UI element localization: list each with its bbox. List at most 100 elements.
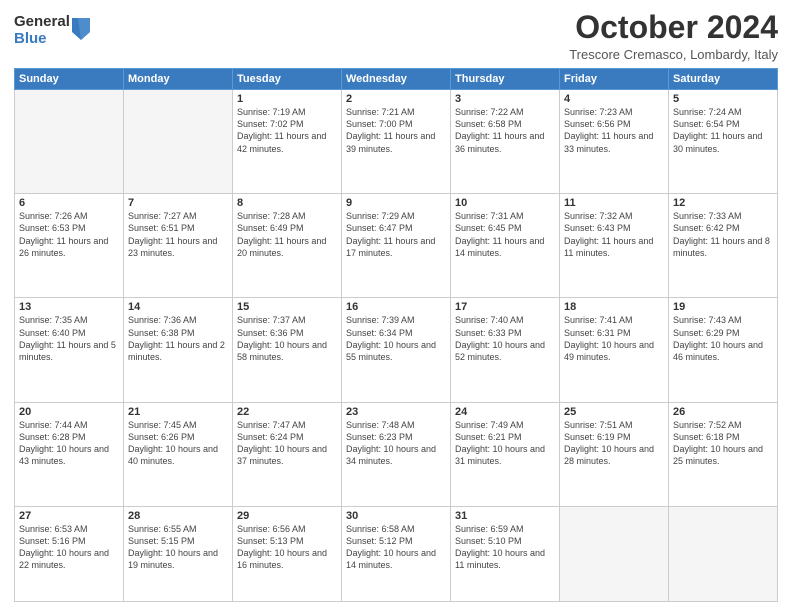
day-number: 3	[455, 93, 555, 105]
cell-daylight-info: Sunrise: 7:49 AM Sunset: 6:21 PM Dayligh…	[455, 419, 555, 468]
calendar-cell: 13Sunrise: 7:35 AM Sunset: 6:40 PM Dayli…	[15, 298, 124, 402]
day-number: 31	[455, 510, 555, 522]
day-number: 4	[564, 93, 664, 105]
day-number: 20	[19, 406, 119, 418]
subtitle: Trescore Cremasco, Lombardy, Italy	[569, 47, 778, 62]
cell-daylight-info: Sunrise: 7:48 AM Sunset: 6:23 PM Dayligh…	[346, 419, 446, 468]
cell-daylight-info: Sunrise: 7:36 AM Sunset: 6:38 PM Dayligh…	[128, 314, 228, 363]
cell-daylight-info: Sunrise: 6:58 AM Sunset: 5:12 PM Dayligh…	[346, 523, 446, 572]
day-number: 18	[564, 301, 664, 313]
calendar-cell: 18Sunrise: 7:41 AM Sunset: 6:31 PM Dayli…	[560, 298, 669, 402]
calendar-cell: 14Sunrise: 7:36 AM Sunset: 6:38 PM Dayli…	[124, 298, 233, 402]
calendar-cell	[560, 506, 669, 601]
cell-daylight-info: Sunrise: 7:35 AM Sunset: 6:40 PM Dayligh…	[19, 314, 119, 363]
calendar-cell: 9Sunrise: 7:29 AM Sunset: 6:47 PM Daylig…	[342, 194, 451, 298]
logo: General Blue	[14, 14, 90, 47]
cell-daylight-info: Sunrise: 7:26 AM Sunset: 6:53 PM Dayligh…	[19, 210, 119, 259]
day-number: 12	[673, 197, 773, 209]
day-number: 17	[455, 301, 555, 313]
calendar-week-row: 20Sunrise: 7:44 AM Sunset: 6:28 PM Dayli…	[15, 402, 778, 506]
calendar-cell: 10Sunrise: 7:31 AM Sunset: 6:45 PM Dayli…	[451, 194, 560, 298]
day-number: 24	[455, 406, 555, 418]
calendar-header-thursday: Thursday	[451, 69, 560, 90]
calendar-cell: 5Sunrise: 7:24 AM Sunset: 6:54 PM Daylig…	[669, 90, 778, 194]
calendar-cell: 7Sunrise: 7:27 AM Sunset: 6:51 PM Daylig…	[124, 194, 233, 298]
day-number: 23	[346, 406, 446, 418]
day-number: 7	[128, 197, 228, 209]
day-number: 19	[673, 301, 773, 313]
calendar-header-saturday: Saturday	[669, 69, 778, 90]
cell-daylight-info: Sunrise: 7:24 AM Sunset: 6:54 PM Dayligh…	[673, 106, 773, 155]
day-number: 13	[19, 301, 119, 313]
cell-daylight-info: Sunrise: 7:31 AM Sunset: 6:45 PM Dayligh…	[455, 210, 555, 259]
cell-daylight-info: Sunrise: 7:28 AM Sunset: 6:49 PM Dayligh…	[237, 210, 337, 259]
day-number: 14	[128, 301, 228, 313]
calendar-cell: 29Sunrise: 6:56 AM Sunset: 5:13 PM Dayli…	[233, 506, 342, 601]
cell-daylight-info: Sunrise: 7:45 AM Sunset: 6:26 PM Dayligh…	[128, 419, 228, 468]
calendar-cell: 15Sunrise: 7:37 AM Sunset: 6:36 PM Dayli…	[233, 298, 342, 402]
cell-daylight-info: Sunrise: 7:21 AM Sunset: 7:00 PM Dayligh…	[346, 106, 446, 155]
day-number: 6	[19, 197, 119, 209]
month-title: October 2024	[569, 10, 778, 45]
day-number: 25	[564, 406, 664, 418]
calendar-cell: 4Sunrise: 7:23 AM Sunset: 6:56 PM Daylig…	[560, 90, 669, 194]
cell-daylight-info: Sunrise: 6:56 AM Sunset: 5:13 PM Dayligh…	[237, 523, 337, 572]
logo-general: General	[14, 14, 70, 31]
calendar-cell: 23Sunrise: 7:48 AM Sunset: 6:23 PM Dayli…	[342, 402, 451, 506]
day-number: 1	[237, 93, 337, 105]
cell-daylight-info: Sunrise: 7:44 AM Sunset: 6:28 PM Dayligh…	[19, 419, 119, 468]
cell-daylight-info: Sunrise: 7:47 AM Sunset: 6:24 PM Dayligh…	[237, 419, 337, 468]
day-number: 2	[346, 93, 446, 105]
page: General Blue October 2024 Trescore Crema…	[0, 0, 792, 612]
day-number: 22	[237, 406, 337, 418]
day-number: 21	[128, 406, 228, 418]
calendar-cell: 3Sunrise: 7:22 AM Sunset: 6:58 PM Daylig…	[451, 90, 560, 194]
cell-daylight-info: Sunrise: 7:19 AM Sunset: 7:02 PM Dayligh…	[237, 106, 337, 155]
cell-daylight-info: Sunrise: 6:59 AM Sunset: 5:10 PM Dayligh…	[455, 523, 555, 572]
calendar-week-row: 1Sunrise: 7:19 AM Sunset: 7:02 PM Daylig…	[15, 90, 778, 194]
cell-daylight-info: Sunrise: 7:23 AM Sunset: 6:56 PM Dayligh…	[564, 106, 664, 155]
day-number: 11	[564, 197, 664, 209]
calendar-cell: 8Sunrise: 7:28 AM Sunset: 6:49 PM Daylig…	[233, 194, 342, 298]
day-number: 10	[455, 197, 555, 209]
calendar-cell: 25Sunrise: 7:51 AM Sunset: 6:19 PM Dayli…	[560, 402, 669, 506]
day-number: 5	[673, 93, 773, 105]
day-number: 16	[346, 301, 446, 313]
calendar-cell: 12Sunrise: 7:33 AM Sunset: 6:42 PM Dayli…	[669, 194, 778, 298]
calendar-header-friday: Friday	[560, 69, 669, 90]
day-number: 27	[19, 510, 119, 522]
calendar-cell	[124, 90, 233, 194]
calendar-cell	[669, 506, 778, 601]
day-number: 8	[237, 197, 337, 209]
calendar-cell: 1Sunrise: 7:19 AM Sunset: 7:02 PM Daylig…	[233, 90, 342, 194]
calendar-week-row: 27Sunrise: 6:53 AM Sunset: 5:16 PM Dayli…	[15, 506, 778, 601]
day-number: 30	[346, 510, 446, 522]
cell-daylight-info: Sunrise: 7:37 AM Sunset: 6:36 PM Dayligh…	[237, 314, 337, 363]
cell-daylight-info: Sunrise: 6:55 AM Sunset: 5:15 PM Dayligh…	[128, 523, 228, 572]
cell-daylight-info: Sunrise: 7:32 AM Sunset: 6:43 PM Dayligh…	[564, 210, 664, 259]
calendar-cell: 22Sunrise: 7:47 AM Sunset: 6:24 PM Dayli…	[233, 402, 342, 506]
calendar-cell: 21Sunrise: 7:45 AM Sunset: 6:26 PM Dayli…	[124, 402, 233, 506]
calendar-week-row: 13Sunrise: 7:35 AM Sunset: 6:40 PM Dayli…	[15, 298, 778, 402]
calendar-cell: 19Sunrise: 7:43 AM Sunset: 6:29 PM Dayli…	[669, 298, 778, 402]
cell-daylight-info: Sunrise: 7:27 AM Sunset: 6:51 PM Dayligh…	[128, 210, 228, 259]
calendar-header-row: SundayMondayTuesdayWednesdayThursdayFrid…	[15, 69, 778, 90]
day-number: 15	[237, 301, 337, 313]
logo-icon	[72, 18, 90, 40]
day-number: 28	[128, 510, 228, 522]
day-number: 29	[237, 510, 337, 522]
calendar-cell: 11Sunrise: 7:32 AM Sunset: 6:43 PM Dayli…	[560, 194, 669, 298]
calendar-cell: 28Sunrise: 6:55 AM Sunset: 5:15 PM Dayli…	[124, 506, 233, 601]
calendar-header-tuesday: Tuesday	[233, 69, 342, 90]
logo-text: General Blue	[14, 14, 70, 47]
calendar-cell: 2Sunrise: 7:21 AM Sunset: 7:00 PM Daylig…	[342, 90, 451, 194]
calendar-cell: 6Sunrise: 7:26 AM Sunset: 6:53 PM Daylig…	[15, 194, 124, 298]
cell-daylight-info: Sunrise: 7:52 AM Sunset: 6:18 PM Dayligh…	[673, 419, 773, 468]
calendar-header-monday: Monday	[124, 69, 233, 90]
calendar-cell: 16Sunrise: 7:39 AM Sunset: 6:34 PM Dayli…	[342, 298, 451, 402]
calendar-cell: 20Sunrise: 7:44 AM Sunset: 6:28 PM Dayli…	[15, 402, 124, 506]
day-number: 9	[346, 197, 446, 209]
cell-daylight-info: Sunrise: 7:33 AM Sunset: 6:42 PM Dayligh…	[673, 210, 773, 259]
cell-daylight-info: Sunrise: 7:39 AM Sunset: 6:34 PM Dayligh…	[346, 314, 446, 363]
cell-daylight-info: Sunrise: 7:40 AM Sunset: 6:33 PM Dayligh…	[455, 314, 555, 363]
